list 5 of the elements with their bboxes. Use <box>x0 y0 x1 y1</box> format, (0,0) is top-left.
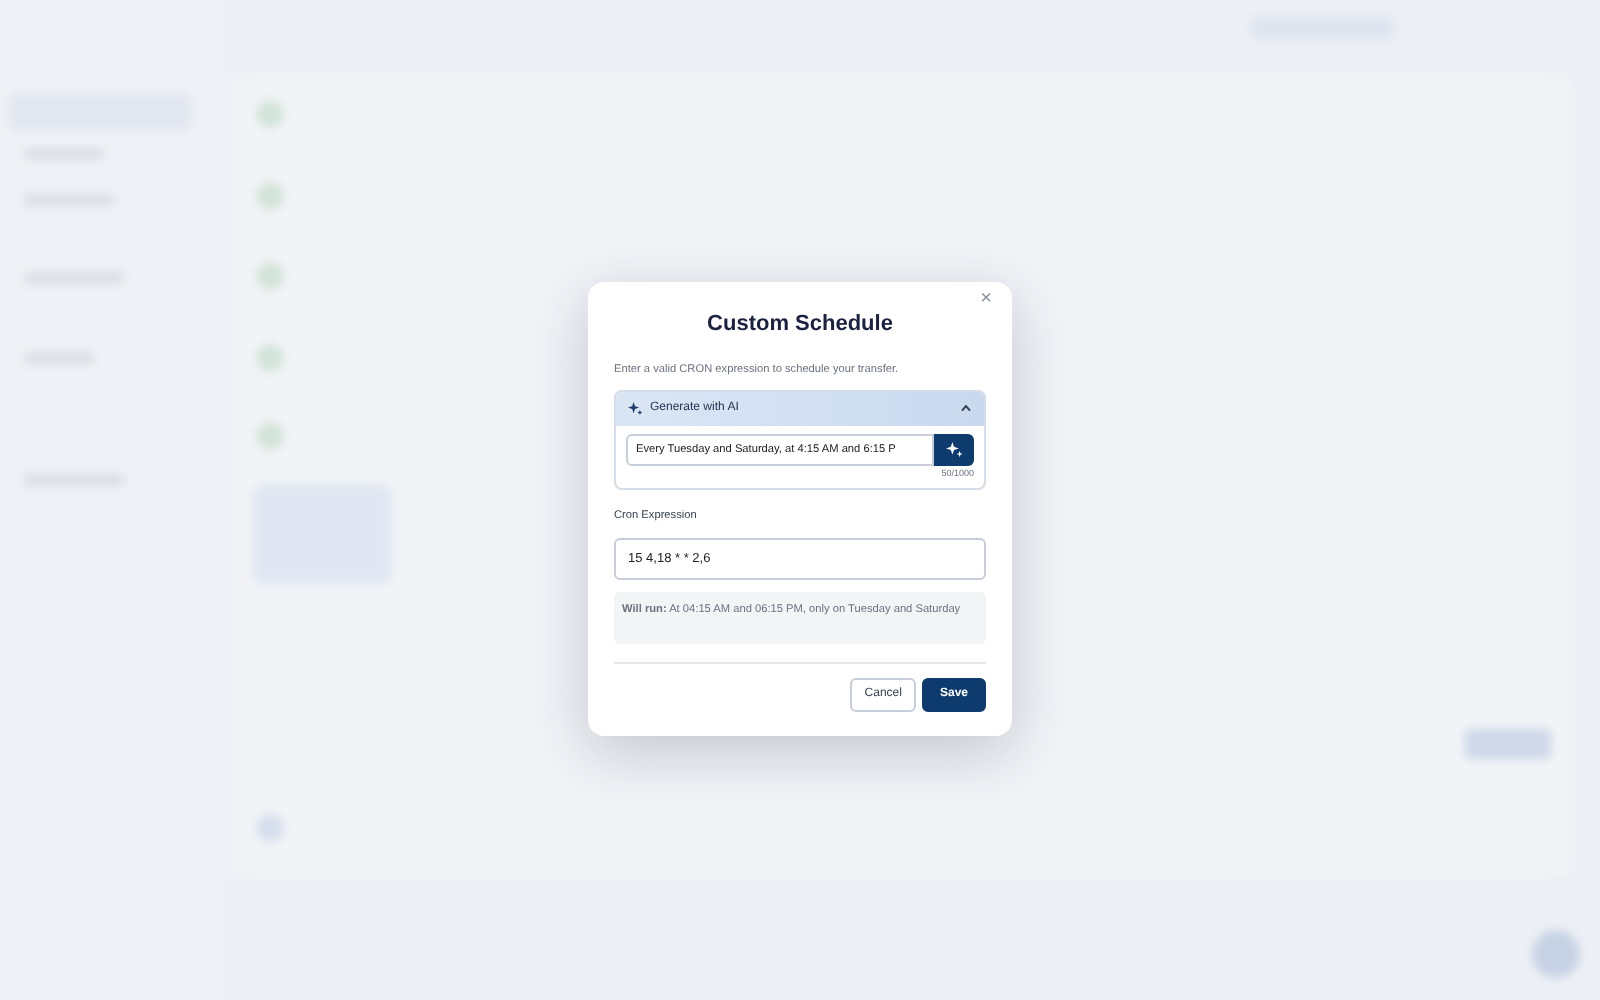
dialog-title: Custom Schedule <box>705 310 895 340</box>
sparkle-icon <box>946 441 962 458</box>
generate-button[interactable] <box>934 433 974 466</box>
chevron-up-icon <box>960 404 972 413</box>
sparkle-icon <box>628 401 642 416</box>
